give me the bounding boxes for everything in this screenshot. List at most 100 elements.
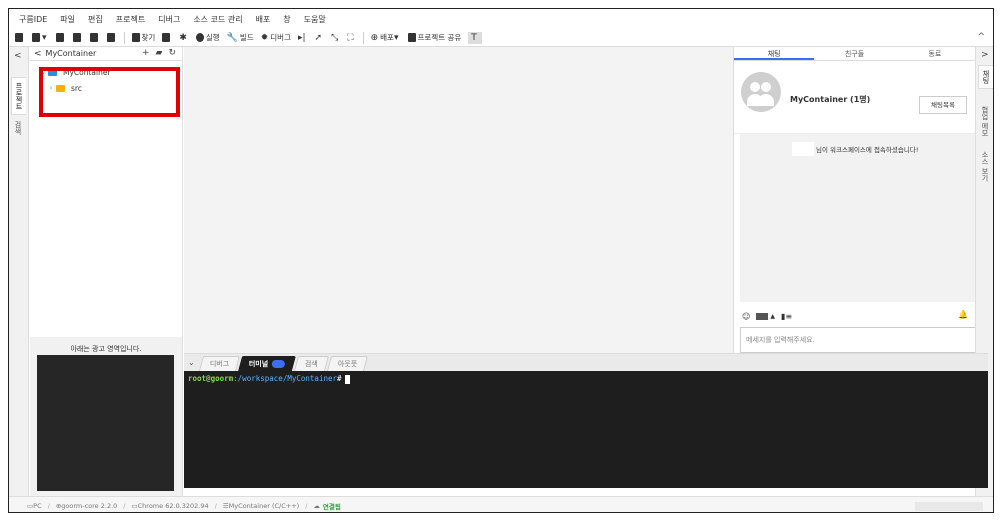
- ad-area[interactable]: [37, 355, 174, 491]
- menu-debug[interactable]: 디버그: [158, 14, 180, 25]
- globe-icon: ⊕: [370, 32, 379, 43]
- tab-search-results[interactable]: 검색: [294, 356, 330, 371]
- editor-area[interactable]: [184, 47, 733, 353]
- save-icon: [55, 33, 64, 42]
- trash-icon[interactable]: ▮≡: [781, 312, 792, 321]
- export-icon: [106, 33, 115, 42]
- tab-friends[interactable]: 친구들: [814, 47, 894, 60]
- status-project: ☰ MyContainer (C/C++): [222, 501, 300, 510]
- chat-toolbar: ☺ ▲ ▮≡ 🔔: [742, 310, 972, 322]
- tab-memo[interactable]: 협업 메모: [978, 102, 992, 140]
- group-avatar: [741, 72, 781, 112]
- status-core: ⊕ goorm-core 2.2.0: [55, 501, 118, 510]
- build-button[interactable]: 🔧 빌드: [227, 32, 254, 43]
- terminal[interactable]: root@goorm:/workspace/MyContainer#: [184, 371, 988, 488]
- toolbar-divider: [362, 31, 364, 44]
- status-connection: ☁ 연결됨: [313, 501, 341, 511]
- join-notice-text: 님이 워크스페이스에 접속하셨습니다!: [816, 146, 919, 154]
- chat-message-input[interactable]: 메세지를 입력해주세요.: [740, 327, 976, 353]
- menu-goorm-ide[interactable]: 구름IDE: [19, 14, 47, 25]
- ad-label: 아래는 광고 영역입니다.: [70, 345, 142, 353]
- export-button[interactable]: [106, 33, 117, 42]
- debug-button[interactable]: ✹ 디버그: [261, 32, 291, 43]
- new-file-icon: [32, 33, 40, 42]
- menu-window[interactable]: 창: [283, 14, 290, 25]
- project-title: MyContainer: [45, 49, 97, 58]
- deploy-label: 배포: [380, 33, 394, 42]
- chevron-down-icon[interactable]: ⌄: [188, 358, 195, 367]
- deploy-button[interactable]: ⊕ 배포 ▾: [371, 32, 401, 43]
- terminal-cursor: [344, 374, 350, 384]
- collapse-left-icon[interactable]: <: [14, 51, 22, 61]
- chat-room-title: MyContainer (1명): [790, 95, 871, 104]
- tab-source-view[interactable]: 소스 보기: [978, 147, 992, 185]
- tab-output[interactable]: 아웃풋: [327, 356, 369, 371]
- tab-debug[interactable]: 디버그: [198, 356, 241, 371]
- tab-right-chat[interactable]: 채팅: [978, 65, 993, 89]
- run-button[interactable]: 실행: [195, 32, 220, 43]
- fullscreen-icon: ⛶: [347, 32, 354, 43]
- menu-deploy[interactable]: 배포: [256, 14, 271, 25]
- chat-list-button[interactable]: 채팅목록: [919, 96, 967, 114]
- chat-tabs: 채팅 친구들 동료: [734, 47, 975, 61]
- chat-messages: 님이 워크스페이스에 접속하셨습니다!: [740, 134, 976, 302]
- tab-project[interactable]: 프로젝트: [11, 77, 26, 115]
- toolbar-collapse-icon[interactable]: ^: [977, 32, 985, 42]
- menu-file[interactable]: 파일: [60, 14, 75, 25]
- chat-panel: 채팅 친구들 동료 MyContainer (1명) 채팅목록 님이 워크스페이…: [733, 47, 976, 353]
- bell-icon[interactable]: 🔔: [958, 310, 968, 319]
- share-label: 프로젝트 공유: [417, 33, 462, 42]
- join-notice: 님이 워크스페이스에 접속하셨습니다!: [792, 142, 918, 156]
- debug-label: 디버그: [270, 33, 291, 42]
- menubar: 구름IDE 파일 편집 프로젝트 디버그 소스 코드 관리 배포 창 도움말: [9, 9, 993, 29]
- fullscreen-button[interactable]: ⛶: [347, 33, 355, 43]
- tab-terminal[interactable]: 터미널: [238, 356, 297, 371]
- add-icon[interactable]: +: [142, 48, 150, 58]
- collapse-icon: ⤡: [331, 32, 339, 43]
- save-all-icon: [72, 33, 81, 42]
- find-label: 찾기: [141, 33, 156, 42]
- settings-button[interactable]: ✱: [179, 33, 189, 43]
- share-icon: [407, 33, 416, 42]
- find-button[interactable]: 찾기: [131, 32, 156, 43]
- terminal-prompt: #: [337, 374, 342, 383]
- tab-search[interactable]: 검색: [11, 117, 25, 139]
- toolbar: ▾ 찾기 ✱ 실행 🔧 빌드 ✹ 디버그 ▸| ➚ ⤡ ⛶ ⊕ 배포 ▾ 프로젝트 공유…: [9, 29, 993, 47]
- bottom-panel-tabs: ⌄ 디버그 터미널 검색 아웃풋: [184, 353, 988, 371]
- ide-window: 구름IDE 파일 편집 프로젝트 디버그 소스 코드 관리 배포 창 도움말 ▾…: [8, 8, 994, 513]
- file-icon: [89, 33, 98, 42]
- step-icon: ▸|: [297, 32, 306, 43]
- tab-chat[interactable]: 채팅: [734, 47, 815, 60]
- highlight-box: [39, 67, 180, 117]
- menu-edit[interactable]: 편집: [88, 14, 103, 25]
- text-tool-button[interactable]: T: [468, 31, 482, 44]
- run-label: 실행: [205, 33, 220, 42]
- collapse-button[interactable]: ⤡: [331, 33, 340, 43]
- gear-icon: ✱: [179, 32, 187, 43]
- new-file-button[interactable]: ▾: [32, 33, 49, 43]
- menu-project[interactable]: 프로젝트: [116, 14, 145, 25]
- share-project-button[interactable]: 프로젝트 공유: [407, 32, 462, 43]
- keyboard-icon[interactable]: [756, 312, 769, 320]
- menu-help[interactable]: 도움말: [304, 14, 326, 25]
- chat-header: MyContainer (1명) 채팅목록: [734, 61, 975, 134]
- terminal-badge-icon: [272, 360, 286, 368]
- menu-scm[interactable]: 소스 코드 관리: [193, 14, 242, 25]
- refresh-icon[interactable]: ↻: [168, 48, 176, 58]
- status-bar: ▭ PC / ⊕ goorm-core 2.2.0 / ▭ Chrome 62.…: [9, 496, 993, 512]
- save-all-button[interactable]: [72, 33, 83, 42]
- new-project-button[interactable]: [15, 33, 25, 42]
- tab-colleagues[interactable]: 동료: [895, 47, 975, 60]
- share-icon[interactable]: <: [34, 49, 42, 59]
- terminal-button[interactable]: [162, 33, 172, 42]
- emoji-icon[interactable]: ☺: [742, 312, 750, 321]
- step-button[interactable]: ▸|: [298, 33, 308, 43]
- step-over-button[interactable]: ➚: [315, 33, 325, 43]
- open-file-button[interactable]: [89, 33, 100, 42]
- caret-up-icon[interactable]: ▲: [770, 313, 775, 320]
- dropdown-caret-icon: ▾: [42, 32, 47, 43]
- save-button[interactable]: [55, 33, 66, 42]
- folder-settings-icon[interactable]: ▰: [156, 48, 163, 58]
- step-over-icon: ➚: [314, 32, 323, 43]
- collapse-right-icon[interactable]: >: [981, 50, 989, 60]
